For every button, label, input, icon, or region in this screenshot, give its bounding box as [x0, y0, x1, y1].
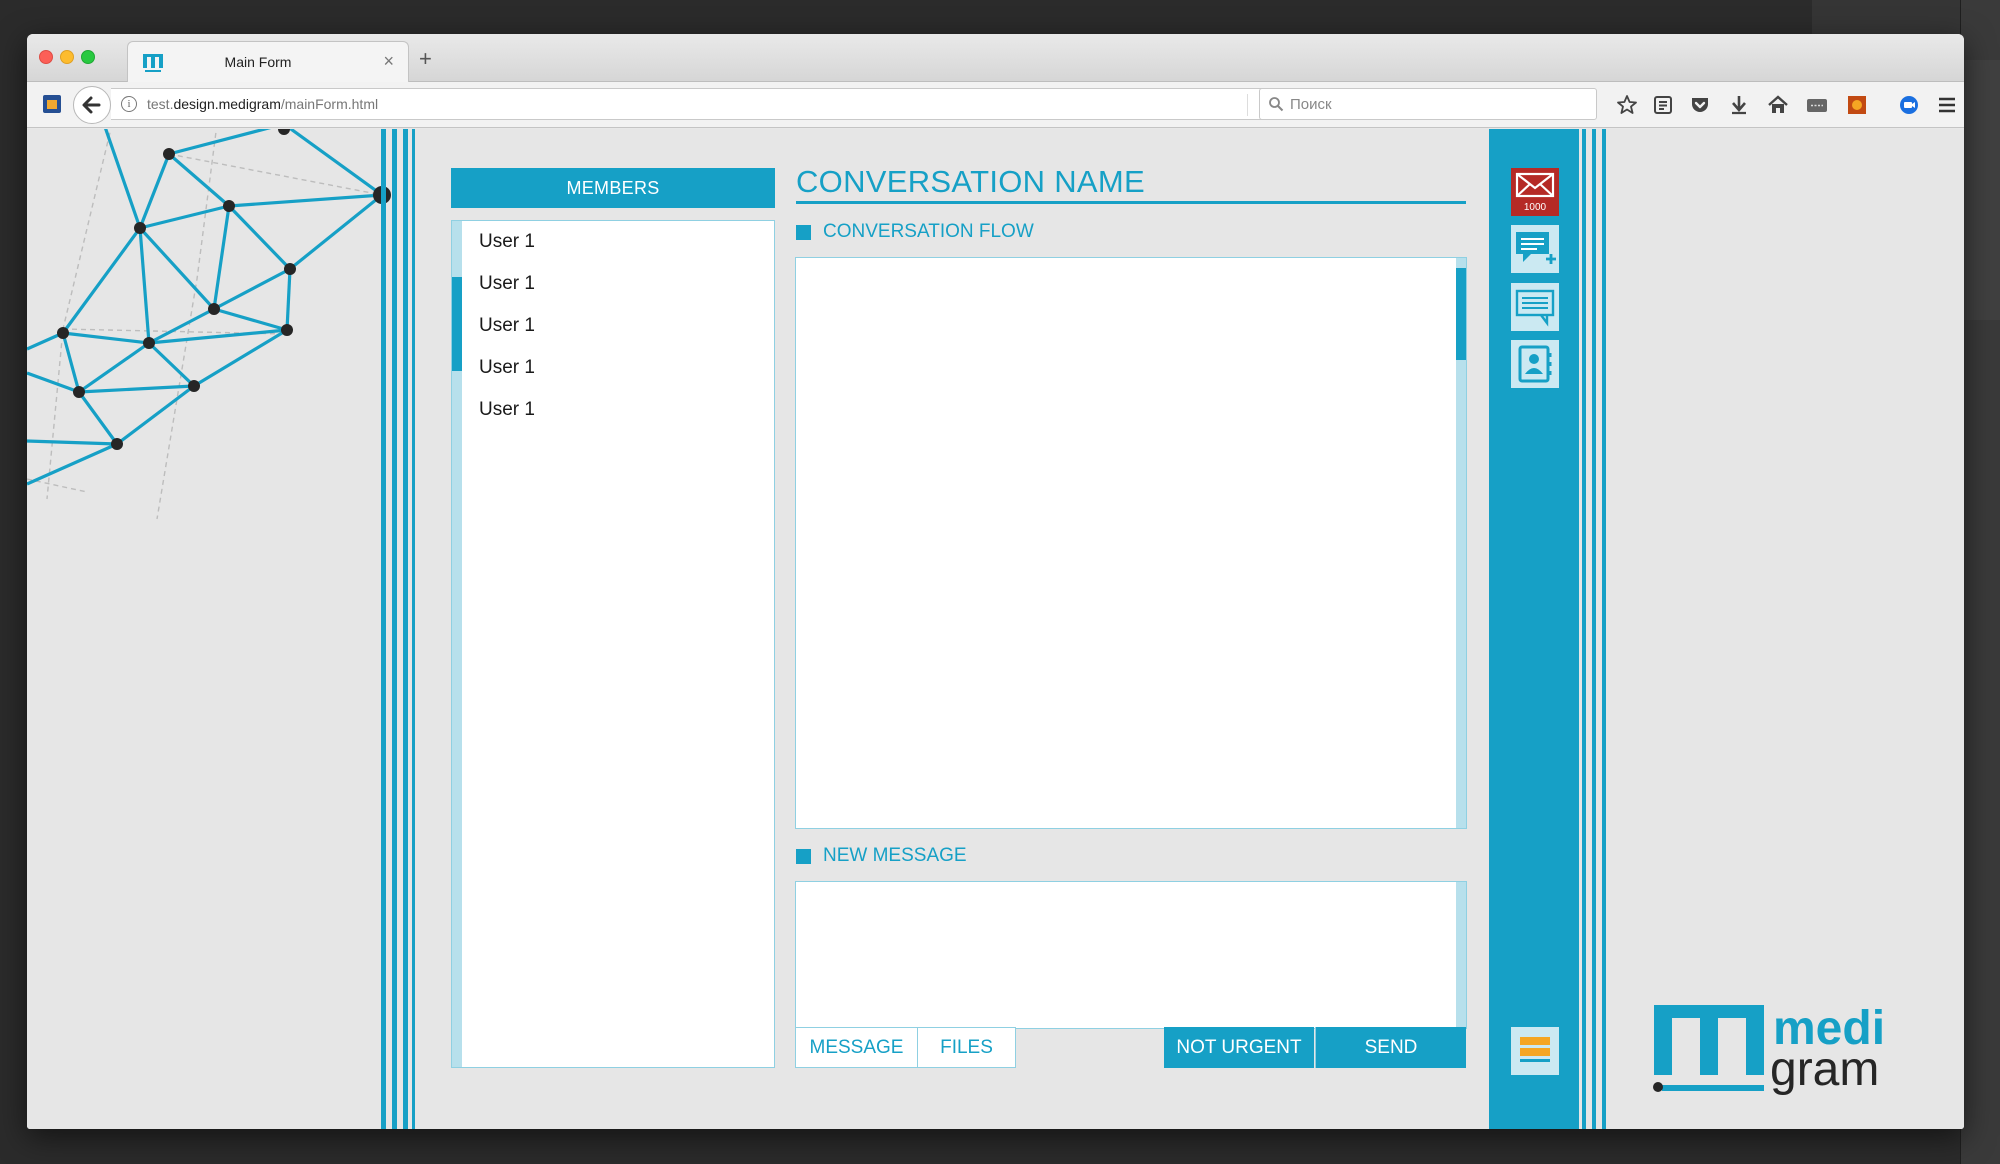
- send-button[interactable]: SEND: [1315, 1027, 1466, 1068]
- new-message-input[interactable]: [795, 881, 1467, 1029]
- members-list[interactable]: User 1 User 1 User 1 User 1 User 1: [451, 220, 775, 1068]
- contacts-icon[interactable]: [1511, 340, 1559, 388]
- member-item[interactable]: User 1: [479, 231, 535, 253]
- network-graphic: [27, 129, 391, 520]
- envelope-icon: 1000: [1515, 172, 1555, 213]
- new-message-icon: [1516, 232, 1556, 264]
- mail-icon[interactable]: 1000: [1511, 168, 1559, 216]
- members-scrollbar[interactable]: [452, 221, 462, 1067]
- extension-orange-icon[interactable]: [1845, 93, 1869, 117]
- not-urgent-button[interactable]: NOT URGENT: [1164, 1027, 1314, 1068]
- member-item[interactable]: User 1: [479, 357, 535, 379]
- reading-list-icon[interactable]: [1651, 93, 1675, 117]
- conversation-flow-area[interactable]: [795, 257, 1467, 829]
- hamburger-menu-icon[interactable]: [1935, 93, 1959, 117]
- tab-bar: Main Form × +: [27, 34, 1964, 83]
- menu-lines-icon: [1520, 1037, 1550, 1062]
- back-button[interactable]: [73, 86, 111, 124]
- title-underline: [796, 201, 1466, 204]
- arrow-left-icon: [82, 96, 101, 114]
- decor-stripe: [1582, 129, 1586, 1129]
- background-panel-tools: [1960, 60, 2000, 320]
- medigram-logo: medi gram: [1653, 1002, 1885, 1096]
- files-tab-button[interactable]: FILES: [917, 1027, 1016, 1068]
- mail-badge-count: 1000: [1524, 202, 1547, 213]
- search-input[interactable]: [1290, 89, 1580, 119]
- section-marker-icon: [796, 225, 811, 240]
- conversation-flow-label: CONVERSATION FLOW: [823, 221, 1034, 242]
- decor-stripe: [381, 129, 386, 1129]
- url-separator: [1247, 94, 1248, 116]
- web-page: MEMBERS User 1 User 1 User 1 User 1 User…: [27, 129, 1964, 1129]
- logo-text-bottom: gram: [1770, 1043, 1879, 1096]
- right-toolbar: 1000: [1489, 129, 1579, 1129]
- window-close-button[interactable]: [39, 50, 53, 64]
- new-message-scrollbar[interactable]: [1456, 882, 1466, 1028]
- decor-stripe: [392, 129, 397, 1129]
- member-item[interactable]: User 1: [479, 315, 535, 337]
- url-domain: design.medigram: [173, 96, 281, 112]
- new-message-label: NEW MESSAGE: [823, 845, 967, 866]
- screenshot-extension-icon[interactable]: [1897, 93, 1921, 117]
- bookmark-star-icon[interactable]: [1615, 93, 1639, 117]
- url-bar[interactable]: i test.design.medigram/mainForm.html: [111, 88, 1291, 120]
- window-maximize-button[interactable]: [81, 50, 95, 64]
- download-icon[interactable]: [1727, 93, 1751, 117]
- window-minimize-button[interactable]: [60, 50, 74, 64]
- new-message-icon[interactable]: [1511, 225, 1559, 273]
- decor-stripe: [1592, 129, 1596, 1129]
- search-icon: [1269, 97, 1284, 112]
- chat-icon[interactable]: [1511, 283, 1559, 331]
- address-book-icon: [1518, 345, 1552, 383]
- member-item[interactable]: User 1: [479, 399, 535, 421]
- member-item[interactable]: User 1: [479, 273, 535, 295]
- decor-stripe: [412, 129, 415, 1129]
- menu-icon[interactable]: [1511, 1027, 1559, 1075]
- site-info-icon[interactable]: i: [121, 96, 137, 112]
- navigation-toolbar: i test.design.medigram/mainForm.html: [27, 82, 1964, 128]
- decor-stripe: [1602, 129, 1606, 1129]
- section-marker-icon: [796, 849, 811, 864]
- tab-title: Main Form: [224, 54, 292, 70]
- conversation-scrollbar[interactable]: [1456, 258, 1466, 828]
- message-tab-button[interactable]: MESSAGE: [795, 1027, 918, 1068]
- chat-bubble-icon: [1515, 289, 1555, 327]
- keyboard-extension-icon[interactable]: [1805, 93, 1829, 117]
- conversation-scrollbar-thumb[interactable]: [1456, 268, 1466, 360]
- members-scrollbar-thumb[interactable]: [452, 277, 462, 371]
- pocket-icon[interactable]: [1688, 93, 1712, 117]
- members-header: MEMBERS: [451, 168, 775, 208]
- url-prefix: test.: [147, 96, 174, 112]
- search-box[interactable]: [1259, 88, 1597, 120]
- decor-stripe: [403, 129, 408, 1129]
- url-text[interactable]: test.design.medigram/mainForm.html: [147, 96, 378, 112]
- url-path: /mainForm.html: [280, 96, 379, 112]
- tab-close-button[interactable]: ×: [383, 51, 394, 72]
- conversation-title: CONVERSATION NAME: [796, 164, 1146, 199]
- browser-tab[interactable]: Main Form ×: [127, 41, 409, 83]
- new-tab-button[interactable]: +: [419, 46, 432, 72]
- browser-window: Main Form × + i test.design.medigram/mai…: [27, 34, 1964, 1129]
- home-icon[interactable]: [1766, 93, 1790, 117]
- extension-icon[interactable]: [43, 95, 61, 113]
